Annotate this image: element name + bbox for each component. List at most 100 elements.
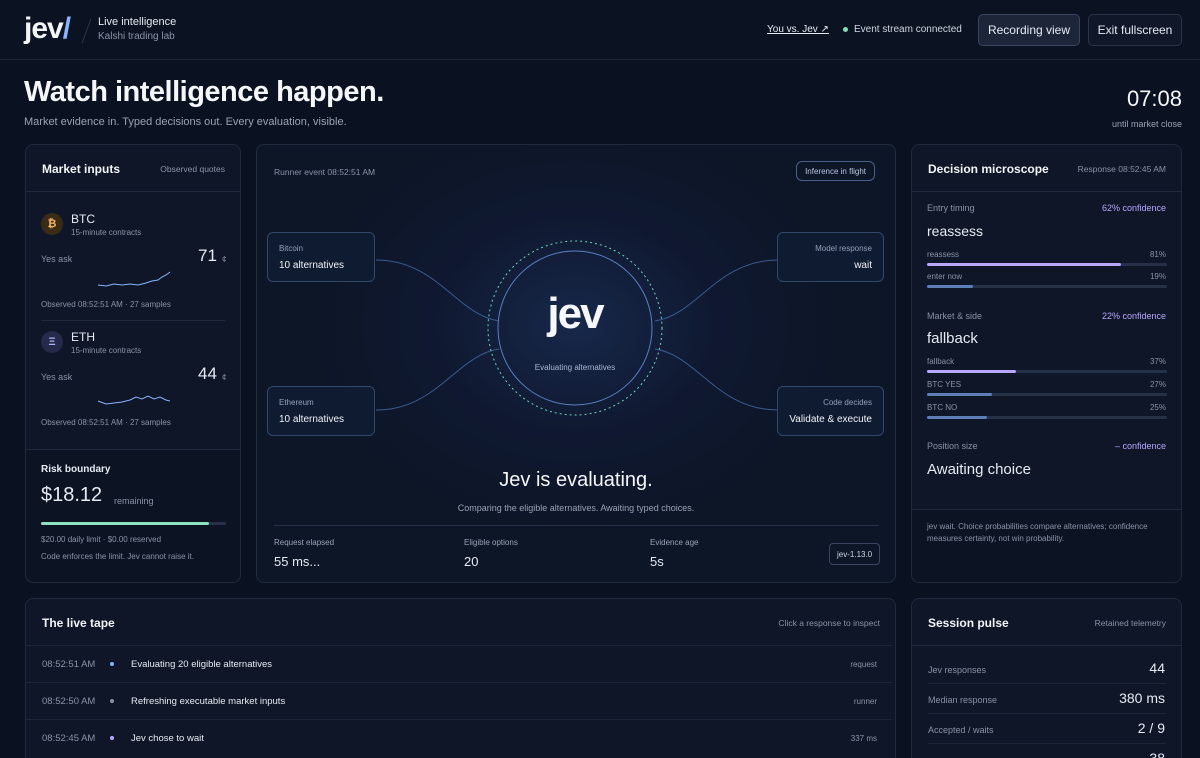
- asset-sub: 15-minute contracts: [71, 228, 142, 237]
- option-bar-fill: [927, 285, 973, 288]
- stream-status: Event stream connected: [843, 24, 962, 35]
- brand-subtitle: Kalshi trading lab: [98, 31, 175, 42]
- live-tape-title: The live tape: [42, 616, 115, 630]
- session-pulse-title: Session pulse: [928, 616, 1009, 630]
- option-name: enter now: [927, 272, 963, 281]
- stat-value: 20: [464, 554, 479, 569]
- tape-tag: runner: [853, 697, 877, 706]
- market-clock: 07:08: [1126, 86, 1182, 111]
- pulse-value: 2 / 9: [1137, 720, 1165, 736]
- section-confidence: 22% confidence: [1101, 311, 1166, 321]
- option-bar-fill: [927, 263, 1122, 266]
- btc-sparkline: [97, 271, 171, 287]
- bitcoin-icon: ₿: [41, 213, 63, 235]
- option-bar: [927, 370, 1167, 373]
- live-tape-panel: The live tape Click a response to inspec…: [25, 598, 896, 758]
- option-pct: 81%: [1149, 250, 1166, 259]
- tape-text: Evaluating 20 eligible alternatives: [131, 659, 273, 670]
- stat-value: 5s: [650, 554, 664, 569]
- brand-title: Live intelligence: [98, 16, 177, 28]
- divider: [41, 320, 225, 321]
- option-pct: 19%: [1149, 272, 1166, 281]
- option-bar: [927, 416, 1167, 419]
- tape-dot-icon: [110, 699, 114, 703]
- stat-label: Evidence age: [650, 538, 699, 547]
- eth-observed: Observed 08:52:51 AM · 27 samples: [41, 418, 171, 427]
- tape-tag: 337 ms: [850, 734, 877, 743]
- divider: [912, 645, 1181, 646]
- tape-time: 08:52:50 AM: [42, 696, 96, 707]
- asset-symbol: BTC: [71, 212, 95, 226]
- code-decides-node: Code decides Validate & execute: [777, 386, 884, 436]
- tape-row[interactable]: 08:52:50 AM Refreshing executable market…: [26, 682, 892, 720]
- divider: [928, 713, 1166, 714]
- eth-sparkline: [97, 395, 171, 405]
- evaluation-subline: Comparing the eligible alternatives. Awa…: [457, 503, 695, 513]
- market-inputs-meta: Observed quotes: [160, 164, 225, 174]
- recording-view-button[interactable]: Recording view: [978, 14, 1080, 46]
- decision-microscope-panel: Decision microscope Response 08:52:45 AM…: [911, 144, 1182, 583]
- pulse-value: 38: [1149, 750, 1165, 758]
- section-choice: reassess: [927, 223, 984, 239]
- divider: [912, 191, 1181, 192]
- cent-unit: ¢: [222, 373, 227, 382]
- option-name: reassess: [927, 250, 960, 259]
- risk-remaining: remaining: [114, 496, 154, 506]
- you-vs-jev-link[interactable]: You vs. Jev ↗: [767, 24, 829, 35]
- model-response-node: Model response wait: [777, 232, 884, 282]
- risk-note: Code enforces the limit. Jev cannot rais…: [41, 552, 194, 561]
- divider: [928, 683, 1166, 684]
- page-subtitle: Market evidence in. Typed decisions out.…: [24, 116, 347, 128]
- option-bar-fill: [927, 393, 992, 396]
- risk-title: Risk boundary: [41, 464, 111, 475]
- tape-tag: request: [850, 660, 877, 669]
- divider: [26, 191, 240, 192]
- risk-meter-fill: [41, 522, 210, 525]
- option-bar: [927, 393, 1167, 396]
- tape-row[interactable]: 08:52:51 AM Evaluating 20 eligible alter…: [26, 645, 892, 683]
- option-bar-fill: [927, 416, 987, 419]
- stat-value: 55 ms...: [274, 554, 321, 569]
- section-confidence: – confidence: [1114, 441, 1166, 451]
- jev-logo[interactable]: jev/: [24, 12, 71, 46]
- version-badge: jev-1.13.0: [829, 543, 881, 565]
- option-bar: [927, 285, 1167, 288]
- option-bar: [927, 263, 1167, 266]
- node-value: 10 alternatives: [279, 414, 345, 425]
- node-value: 10 alternatives: [279, 260, 345, 271]
- core-status: Evaluating alternatives: [534, 363, 616, 372]
- exit-fullscreen-button[interactable]: Exit fullscreen: [1088, 14, 1182, 46]
- eth-price: 44: [198, 364, 217, 383]
- node-value: wait: [854, 260, 872, 271]
- pulse-label: Accepted / waits: [928, 725, 994, 735]
- pulse-label: Median response: [928, 695, 998, 705]
- core-logo: jev: [547, 289, 604, 338]
- tape-row[interactable]: 08:52:45 AM Jev chose to wait 337 ms: [26, 719, 892, 757]
- market-inputs-title: Market inputs: [42, 162, 121, 176]
- microscope-meta: Response 08:52:45 AM: [1077, 164, 1166, 174]
- microscope-title: Decision microscope: [928, 162, 1049, 176]
- market-inputs-panel: Market inputs Observed quotes ₿ BTC 15-m…: [25, 144, 241, 583]
- top-bar: jev/ Live intelligence Kalshi trading la…: [0, 0, 1200, 60]
- divider: [274, 525, 879, 526]
- section-confidence: 62% confidence: [1101, 203, 1166, 213]
- section-label: Position size: [927, 441, 978, 451]
- asset-sub: 15-minute contracts: [71, 346, 142, 355]
- asset-symbol: ETH: [71, 330, 95, 344]
- ethereum-node: Ethereum 10 alternatives: [267, 386, 375, 436]
- option-pct: 27%: [1149, 380, 1166, 389]
- risk-boundary-section: Risk boundary $18.12 remaining $20.00 da…: [26, 449, 240, 582]
- risk-limit: $20.00 daily limit · $0.00 reserved: [41, 535, 162, 544]
- node-label: Model response: [815, 244, 872, 253]
- page-title: Watch intelligence happen.: [24, 76, 384, 108]
- ethereum-icon: Ξ: [41, 331, 63, 353]
- option-name: BTC NO: [927, 403, 958, 412]
- cent-unit: ¢: [222, 255, 227, 264]
- tape-text: Jev chose to wait: [131, 733, 204, 744]
- section-label: Entry timing: [927, 203, 975, 213]
- tape-dot-icon: [110, 736, 114, 740]
- market-clock-caption: until market close: [1111, 119, 1182, 129]
- btc-price: 71: [198, 246, 217, 265]
- microscope-footer: jev wait. Choice probabilities compare a…: [912, 509, 1181, 582]
- evaluation-headline: Jev is evaluating.: [499, 469, 653, 491]
